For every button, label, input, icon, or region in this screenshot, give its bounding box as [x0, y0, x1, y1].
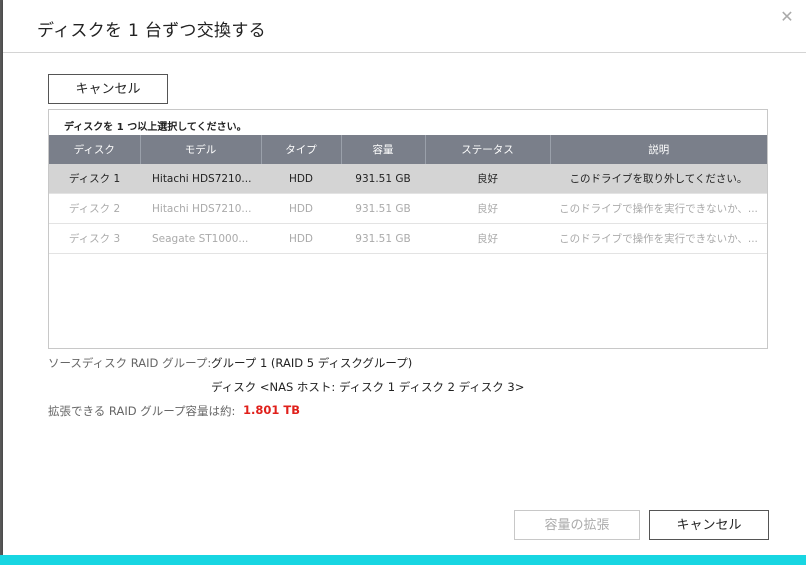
replace-disks-dialog: ディスクを 1 台ずつ交換する ✕ キャンセル ディスクを 1 つ以上選択してく… [3, 0, 806, 555]
expandable-capacity-label: 拡張できる RAID グループ容量は約: [48, 404, 236, 418]
disk-selection-panel: ディスクを 1 つ以上選択してください。 ディスク モデル タイプ 容量 ステー… [48, 109, 768, 349]
cell-type: HDD [261, 223, 341, 254]
cell-status: 良好 [425, 223, 550, 254]
dialog-title: ディスクを 1 台ずつ交換する [37, 21, 266, 41]
source-disks-value: ディスク <NAS ホスト: ディスク 1 ディスク 2 ディスク 3> [211, 380, 525, 394]
table-header-row: ディスク モデル タイプ 容量 ステータス 説明 [49, 135, 767, 164]
column-header-status[interactable]: ステータス [425, 135, 551, 164]
dialog-header: ディスクを 1 台ずつ交換する ✕ [3, 0, 806, 53]
accent-bar [0, 555, 806, 565]
expandable-capacity-value: 1.801 TB [243, 403, 300, 417]
cell-capacity: 931.51 GB [341, 164, 425, 194]
table-row[interactable]: ディスク 1 Hitachi HDS7210... HDD 931.51 GB … [49, 164, 767, 194]
cell-disk: ディスク 1 [49, 164, 140, 194]
cell-type: HDD [261, 193, 341, 224]
close-icon[interactable]: ✕ [778, 8, 796, 26]
bottom-cancel-button[interactable]: キャンセル [649, 510, 769, 540]
cell-description: このドライブで操作を実行できないか、... [550, 193, 767, 224]
column-header-type[interactable]: タイプ [261, 135, 342, 164]
cell-type: HDD [261, 164, 341, 194]
cell-disk: ディスク 3 [49, 223, 140, 254]
cell-model: Hitachi HDS7210... [140, 164, 261, 194]
column-header-disk[interactable]: ディスク [49, 135, 141, 164]
selection-hint: ディスクを 1 つ以上選択してください。 [64, 122, 247, 133]
cell-model: Hitachi HDS7210... [140, 193, 261, 224]
cell-capacity: 931.51 GB [341, 193, 425, 224]
column-header-capacity[interactable]: 容量 [341, 135, 426, 164]
column-header-model[interactable]: モデル [140, 135, 262, 164]
cell-status: 良好 [425, 193, 550, 224]
expand-capacity-button[interactable]: 容量の拡張 [514, 510, 640, 540]
cell-description: このドライブを取り外してください。 [550, 164, 767, 194]
table-row: ディスク 3 Seagate ST1000... HDD 931.51 GB 良… [49, 223, 767, 254]
top-cancel-button[interactable]: キャンセル [48, 74, 168, 104]
table-row: ディスク 2 Hitachi HDS7210... HDD 931.51 GB … [49, 193, 767, 224]
source-raid-value: グループ 1 (RAID 5 ディスクグループ) [211, 356, 413, 370]
cell-status: 良好 [425, 164, 550, 194]
cell-model: Seagate ST1000... [140, 223, 261, 254]
source-raid-label: ソースディスク RAID グループ: [48, 356, 212, 370]
cell-capacity: 931.51 GB [341, 223, 425, 254]
disk-table: ディスク モデル タイプ 容量 ステータス 説明 ディスク 1 Hitachi … [49, 135, 767, 254]
cell-disk: ディスク 2 [49, 193, 140, 224]
column-header-description[interactable]: 説明 [550, 135, 767, 164]
cell-description: このドライブで操作を実行できないか、... [550, 223, 767, 254]
